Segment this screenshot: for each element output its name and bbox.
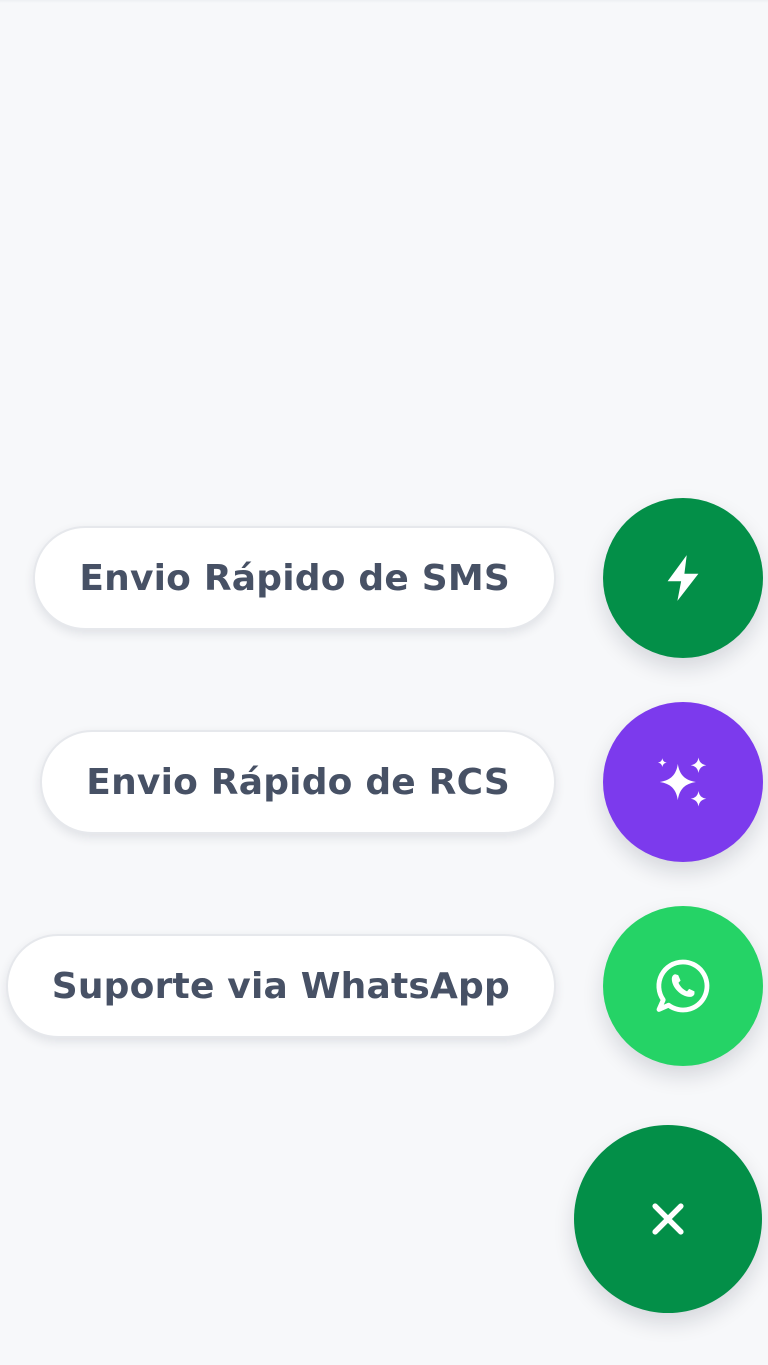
whatsapp-support-text: Suporte via WhatsApp bbox=[51, 965, 510, 1007]
rcs-quick-send-button[interactable] bbox=[603, 702, 763, 862]
menu-close-button[interactable] bbox=[574, 1125, 762, 1313]
rcs-quick-send-label[interactable]: Envio Rápido de RCS bbox=[40, 730, 556, 834]
lightning-bolt-icon bbox=[667, 555, 699, 601]
close-icon bbox=[652, 1203, 684, 1235]
top-edge-shadow bbox=[0, 0, 768, 3]
whatsapp-support-label[interactable]: Suporte via WhatsApp bbox=[5, 934, 556, 1038]
sms-quick-send-text: Envio Rápido de SMS bbox=[79, 557, 510, 599]
whatsapp-icon bbox=[656, 959, 710, 1013]
sms-quick-send-label[interactable]: Envio Rápido de SMS bbox=[33, 526, 556, 630]
sms-quick-send-button[interactable] bbox=[603, 498, 763, 658]
rcs-quick-send-text: Envio Rápido de RCS bbox=[86, 761, 510, 803]
whatsapp-support-button[interactable] bbox=[603, 906, 763, 1066]
sparkles-icon bbox=[657, 757, 707, 807]
